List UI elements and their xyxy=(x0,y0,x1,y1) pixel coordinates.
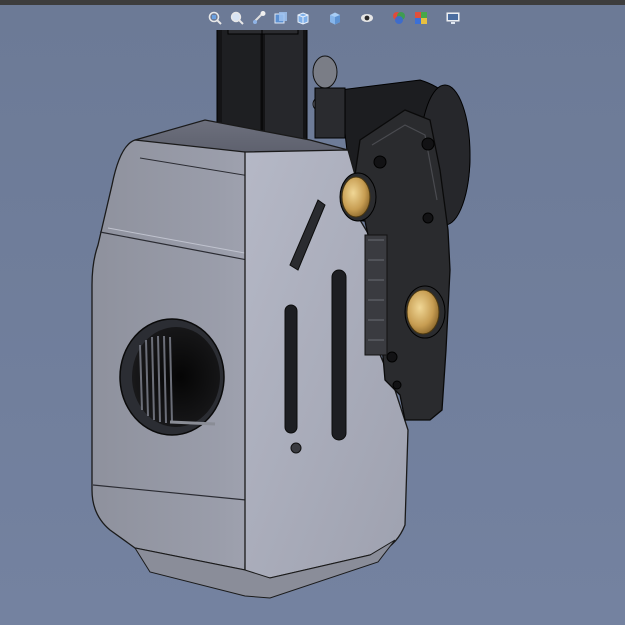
previous-view-icon[interactable] xyxy=(250,9,268,27)
zoom-to-fit-icon[interactable] xyxy=(206,9,224,27)
display-style-icon[interactable] xyxy=(326,9,344,27)
graphics-area[interactable] xyxy=(0,30,625,625)
view-settings-icon[interactable] xyxy=(444,9,462,27)
section-view-icon[interactable] xyxy=(272,9,290,27)
zoom-area-icon[interactable] xyxy=(228,9,246,27)
top-screws xyxy=(312,55,346,139)
apply-scene-icon[interactable] xyxy=(412,9,430,27)
heads-up-view-toolbar xyxy=(206,7,462,29)
window-title-strip xyxy=(0,0,625,5)
extruder-model xyxy=(91,30,471,599)
hide-show-items-icon[interactable] xyxy=(358,9,376,27)
bearing-bore xyxy=(119,318,225,436)
side-screw xyxy=(290,442,302,454)
drive-gear-detail xyxy=(364,234,388,356)
view-orientation-icon[interactable] xyxy=(294,9,312,27)
edit-appearance-icon[interactable] xyxy=(390,9,408,27)
